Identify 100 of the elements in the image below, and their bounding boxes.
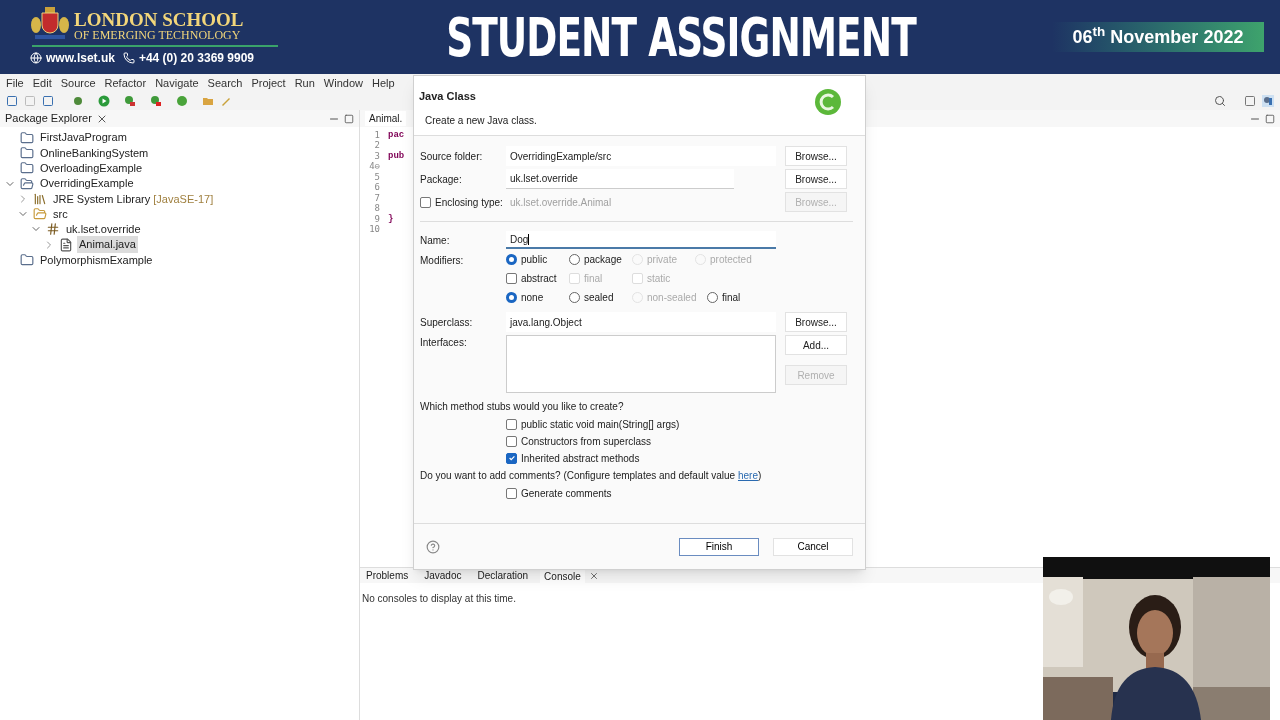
menu-item[interactable]: Refactor [104,74,147,92]
class-icon [814,88,842,116]
phone-number: +44 (0) 20 3369 9909 [138,50,254,67]
field-label: Package: [420,172,463,187]
menu-item[interactable]: Run [294,74,315,92]
editor-tab[interactable]: Animal. [365,111,407,126]
date-text: 06$^{th}$ November 2022 [1072,23,1244,49]
radio-button[interactable] [506,292,517,303]
tree-item[interactable]: uk.lset.override [64,221,143,238]
checkbox[interactable] [506,452,517,464]
tree-item[interactable]: FirstJavaProgram [38,129,129,146]
field-label: Modifiers: [420,254,465,268]
menu-item[interactable]: Project [251,74,286,92]
browse-button[interactable]: Browse... [785,169,847,189]
input-field[interactable]: OverridingExample/src [506,146,776,166]
field-label: Name: [420,233,451,248]
input-field[interactable]: Dog [506,231,776,249]
radio-button[interactable] [569,292,580,303]
option-label: static [647,272,671,286]
maximize-icon[interactable] [344,113,354,124]
open-folder-icon [20,176,34,191]
folder-icon [20,145,34,160]
menu-item[interactable]: Window [323,74,363,92]
checkbox[interactable] [506,273,517,284]
option-label: sealed [584,291,614,305]
line-number: 5 [373,170,381,183]
checkbox[interactable] [506,487,517,499]
checkbox[interactable] [506,435,517,447]
browse-button[interactable]: Browse... [785,146,847,166]
here-link[interactable]: here [737,470,758,481]
tree-item[interactable]: OverloadingExample [38,160,145,177]
line-number: 9 [373,212,381,225]
line-number: 4⊖ [368,160,381,173]
panel-tab[interactable]: Problems [362,568,413,583]
file-icon [59,237,73,252]
console-message: No consoles to display at this time. [362,593,516,604]
add-button[interactable]: Add... [785,335,847,355]
radio-button[interactable] [569,254,580,265]
code-text: pub [388,149,405,163]
school-name: LONDON SCHOOL [74,9,244,29]
checkbox-label: public static void main(String[] args) [521,417,680,432]
dialog-title: Java Class [419,89,477,104]
checkbox[interactable] [506,418,517,430]
menu-item[interactable]: Search [207,74,243,92]
menu-item[interactable]: File [6,74,24,92]
tree-item[interactable]: JRE System Library [JavaSE-17] [51,190,216,208]
folder-icon [20,161,34,176]
radio-button[interactable] [506,254,517,265]
play-icon[interactable] [98,95,110,107]
option-label: non-sealed [647,291,697,305]
option-label: package [584,253,622,267]
tree-item[interactable]: PolymorphismExample [38,251,155,269]
maximize-icon[interactable] [1265,113,1275,124]
check-icon [507,454,516,462]
radio-button[interactable] [707,292,718,303]
dialog-subtitle: Create a new Java class. [425,113,538,128]
line-number: 8 [373,202,381,215]
tree-item[interactable]: src [51,205,70,223]
option-label: protected [710,253,752,267]
option-label: private [647,253,677,267]
field-label: Superclass: [420,315,474,330]
tree-item[interactable]: OverridingExample [38,175,136,192]
globe-icon [30,52,42,64]
tree-item[interactable]: OnlineBankingSystem [38,144,151,162]
folder-icon [20,253,34,267]
line-number: 7 [373,191,381,204]
cancel-button[interactable]: Cancel [773,537,853,556]
menu-item[interactable]: Edit [32,74,52,92]
input-field[interactable]: java.lang.Object [506,312,776,332]
books-icon [33,191,47,206]
line-number: 10 [368,223,381,236]
stubs-question: Which method stubs would you like to create? [420,400,625,414]
pen-icon[interactable] [220,95,232,107]
code-text: pac [388,128,405,142]
menu-item[interactable]: Help [372,74,395,92]
open-folder-icon[interactable] [202,95,214,107]
line-number: 2 [373,139,381,152]
option-label: public [521,253,548,267]
line-number: 1 [373,128,381,141]
close-icon[interactable] [588,570,599,581]
option-label: final [584,272,603,286]
panel-tab[interactable]: Javadoc [420,568,466,583]
search-icon[interactable] [1214,95,1226,107]
field-label: Interfaces: [420,336,468,350]
open-folder-icon [33,207,47,222]
banner-title: STUDENT ASSIGNMENT [446,5,916,70]
browse-button[interactable]: Browse... [785,312,847,332]
package-icon [46,222,60,237]
menu-item[interactable]: Source [60,74,96,92]
option-label: abstract [521,272,557,286]
help-icon[interactable] [426,539,440,554]
finish-button[interactable]: Finish [679,537,759,556]
option-label: final [722,291,741,305]
tree-item[interactable]: Animal.java [77,236,138,253]
phone-icon [122,52,135,64]
input-field[interactable]: uk.lset.override [506,169,734,189]
checkbox-label: Generate comments [521,486,612,501]
panel-tab[interactable]: Declaration [473,568,533,583]
menu-item[interactable]: Navigate [155,74,199,92]
checkbox-label: Constructors from superclass [521,434,652,449]
